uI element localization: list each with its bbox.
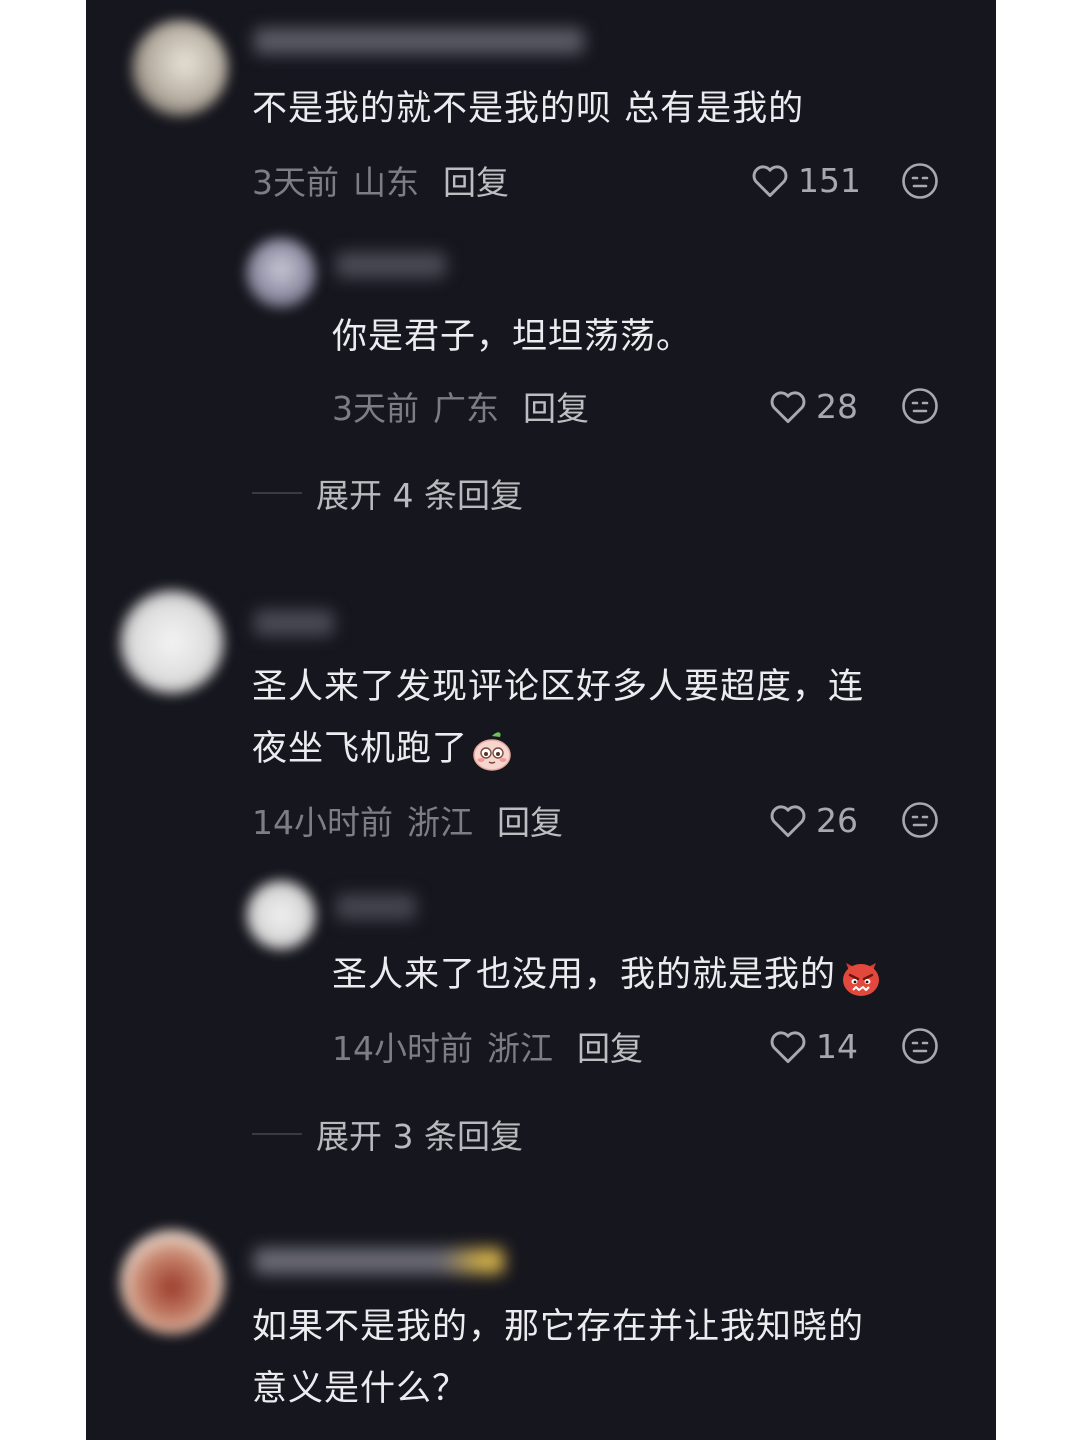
avatar[interactable] [246,880,316,950]
comment-text: 夜坐飞机跑了 [252,729,469,769]
comment-location: 浙江 [407,803,473,842]
divider [252,492,302,494]
comment-meta: 14小时前 浙江 回复 [252,800,563,842]
heart-icon [770,1031,806,1064]
like-button[interactable]: 26 [768,800,858,840]
like-button[interactable]: 151 [750,160,861,200]
comment-location: 山东 [353,163,419,202]
avatar[interactable] [120,590,224,694]
username[interactable] [336,252,446,278]
comment-location: 广东 [433,389,499,428]
reply-button[interactable]: 回复 [577,1022,643,1070]
username[interactable] [254,28,584,54]
dislike-icon[interactable] [900,1026,940,1066]
username[interactable] [254,1248,504,1274]
divider [252,1133,302,1135]
like-button[interactable]: 28 [768,386,858,426]
comment-time: 3天前 [332,389,419,428]
like-button[interactable]: 14 [768,1026,858,1066]
reply-button[interactable]: 回复 [523,382,589,430]
expand-replies-label: 展开 4 条回复 [316,476,523,515]
like-count: 28 [816,386,858,426]
username[interactable] [254,610,334,636]
heart-icon [770,805,806,838]
comment-text: 不是我的就不是我的呗 总有是我的 [252,89,805,129]
heart-icon [752,165,788,198]
heart-icon [770,391,806,424]
avatar[interactable] [120,1230,224,1334]
reply-button[interactable]: 回复 [497,796,563,844]
comment-section: 不是我的就不是我的呗 总有是我的 3天前 山东 回复 151 你是君子，坦坦荡荡… [86,0,996,1440]
comment-meta: 14小时前 浙江 回复 [332,1026,643,1068]
expand-replies-label: 展开 3 条回复 [316,1117,523,1156]
comment-meta: 3天前 山东 回复 [252,160,509,202]
avatar[interactable] [132,20,228,116]
comment-location: 浙江 [487,1029,553,1068]
reply-button[interactable]: 回复 [443,156,509,204]
username[interactable] [336,894,416,920]
like-count: 14 [816,1026,858,1066]
like-count: 151 [798,160,861,200]
comment-text-line-2: 意义是什么？ [252,1369,469,1409]
comment-meta: 3天前 广东 回复 [332,386,589,428]
comment-text-line-2: 夜坐飞机跑了 [252,718,514,780]
avatar[interactable] [246,238,316,308]
dislike-icon[interactable] [900,386,940,426]
shy-peach-emoji [473,732,511,771]
comment-text: 你是君子，坦坦荡荡。 [332,317,693,357]
comment-text-line-1: 如果不是我的，那它存在并让我知晓的 [252,1307,865,1347]
dislike-icon[interactable] [900,161,940,201]
comment-time: 3天前 [252,163,339,202]
comment-text-line: 圣人来了也没用，我的就是我的 [332,944,884,1006]
dislike-icon[interactable] [900,800,940,840]
like-count: 26 [816,800,858,840]
angry-devil-emoji [843,963,880,996]
comment-time: 14小时前 [332,1029,473,1068]
expand-replies-button[interactable]: 展开 4 条回复 [252,473,523,515]
comment-text-line-1: 圣人来了发现评论区好多人要超度，连 [252,667,865,707]
expand-replies-button[interactable]: 展开 3 条回复 [252,1114,523,1156]
comment-text: 圣人来了也没用，我的就是我的 [332,955,837,995]
comment-time: 14小时前 [252,803,393,842]
